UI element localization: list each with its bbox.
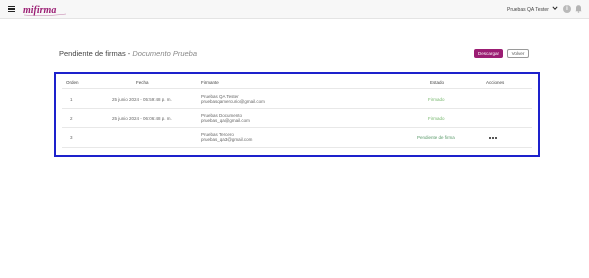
column-header-status: Estado — [430, 80, 445, 85]
document-name: Documento Prueba — [132, 49, 198, 58]
column-header-date: Fecha — [136, 80, 149, 85]
row-divider — [62, 108, 532, 109]
row-order: 3 — [70, 135, 73, 140]
column-header-actions: Acciones — [486, 80, 505, 85]
signers-table: Orden Fecha Firmante Estado Acciones 1 2… — [54, 72, 540, 157]
status-badge: Firmado — [428, 116, 445, 121]
status-badge: Pendiente de firma — [417, 135, 455, 140]
row-divider — [62, 127, 532, 128]
column-header-order: Orden — [66, 80, 79, 85]
chevron-down-icon[interactable] — [552, 5, 558, 11]
page-title-text: Pendiente de firmas — [59, 49, 126, 58]
info-icon[interactable]: i — [563, 5, 571, 13]
signer-email: pruebas_qa3@gmail.com — [201, 137, 253, 142]
column-header-signer: Firmante — [201, 80, 219, 85]
row-divider — [62, 147, 532, 148]
logo-text: mifirma — [23, 5, 56, 16]
top-bar: mifirma Pruebas QA Tester i — [0, 0, 589, 19]
page-title: Pendiente de firmas - Documento Prueba — [59, 49, 197, 58]
status-badge: Firmado — [428, 97, 445, 102]
more-options-icon[interactable] — [489, 137, 497, 140]
row-order: 2 — [70, 116, 73, 121]
menu-icon[interactable] — [8, 6, 15, 12]
back-button[interactable]: Volver — [507, 49, 529, 58]
row-date: 25 junio 2024 - 05:59:48 p. m. — [112, 97, 172, 102]
row-date: 25 junio 2024 - 06:06:48 p. m. — [112, 116, 172, 121]
row-order: 1 — [70, 97, 73, 102]
mifirma-logo: mifirma — [23, 5, 67, 16]
signer-email: pruebas_qa@gmail.com — [201, 118, 250, 123]
signer-email: pruebasqamercurio@gmail.com — [201, 99, 265, 104]
download-button[interactable]: Descargar — [474, 49, 503, 58]
user-name: Pruebas QA Tester — [507, 7, 549, 13]
header-divider — [62, 88, 532, 89]
bell-icon[interactable] — [575, 4, 582, 13]
